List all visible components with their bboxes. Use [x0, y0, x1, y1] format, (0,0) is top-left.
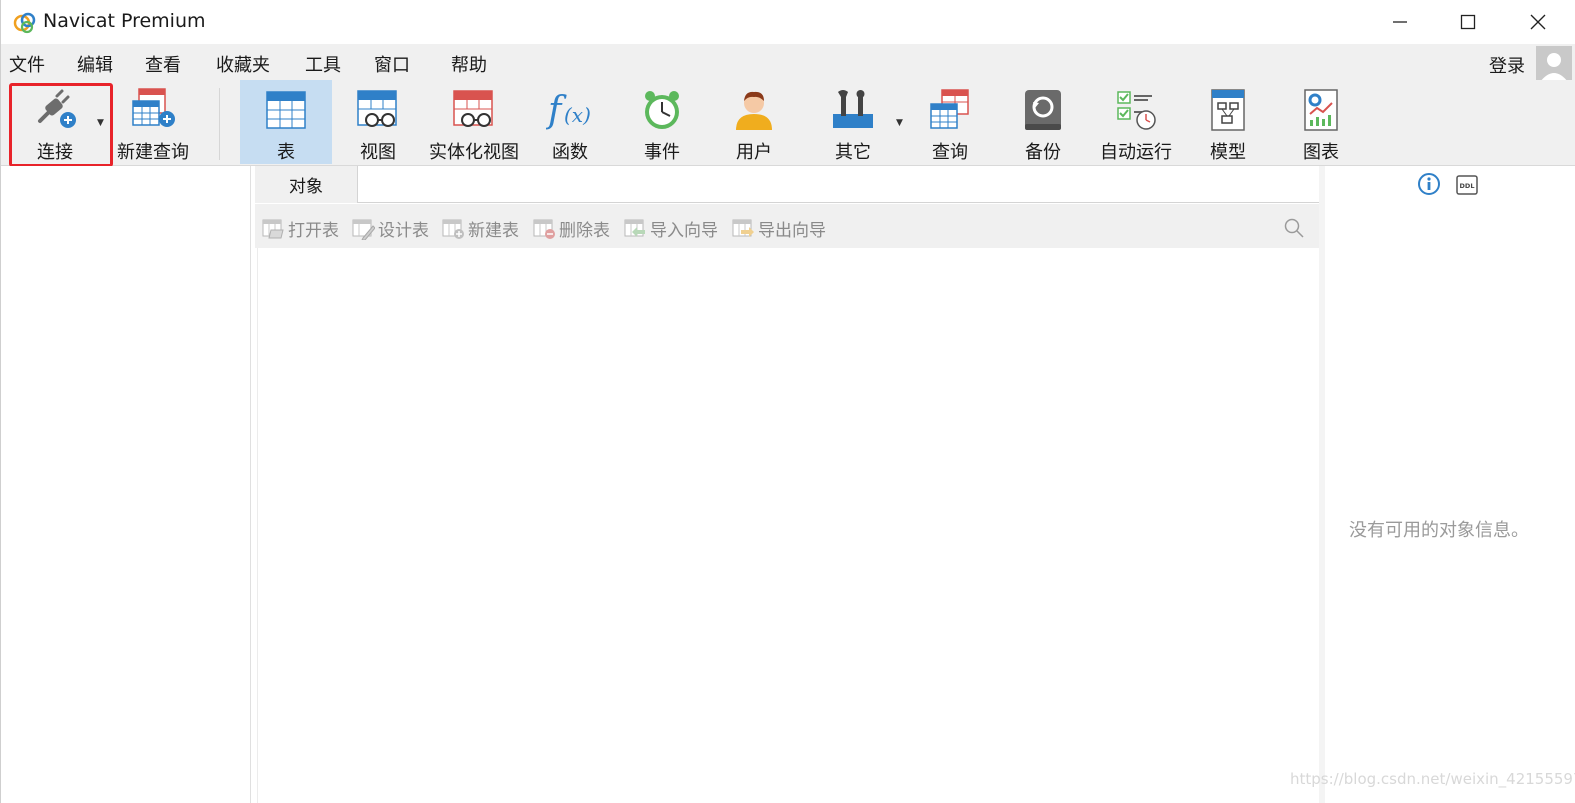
export-wizard-label: 导出向导: [758, 221, 826, 241]
minimize-icon: [1393, 21, 1407, 23]
user-button[interactable]: 用户: [719, 80, 789, 164]
others-label: 其它: [835, 142, 871, 163]
query-icon: [926, 86, 974, 134]
table-label: 表: [277, 142, 295, 163]
close-icon: [1530, 14, 1546, 30]
object-action-bar: 打开表 设计表 新建表 删除表 导入向导 导出向导: [255, 204, 1319, 248]
app-window: Navicat Premium 文件 编辑 查看 收藏夹 工具 窗口 帮助 登录: [0, 0, 1575, 803]
model-button[interactable]: 模型: [1193, 80, 1263, 164]
tools-icon: [829, 86, 877, 134]
import-wizard-icon: [624, 219, 645, 237]
event-label: 事件: [644, 142, 680, 163]
svg-text:(x): (x): [564, 103, 591, 127]
menu-window[interactable]: 窗口: [374, 51, 410, 77]
import-wizard-button[interactable]: 导入向导: [623, 216, 718, 241]
design-table-label: 设计表: [378, 221, 429, 241]
tab-objects[interactable]: 对象: [255, 166, 358, 203]
main-toolbar: 连接 ▼ 新建查询 表 视图 实体化视图 f (x) 函数 事件 用户 其它 ▼…: [1, 80, 1575, 166]
event-button[interactable]: 事件: [627, 80, 697, 164]
function-icon: f (x): [546, 86, 594, 134]
export-wizard-icon: [732, 219, 754, 237]
open-table-icon: [262, 219, 284, 238]
avatar[interactable]: [1536, 46, 1572, 82]
design-table-button[interactable]: 设计表: [351, 216, 429, 241]
others-button[interactable]: 其它: [817, 80, 889, 164]
menu-view[interactable]: 查看: [145, 51, 181, 77]
table-icon: [262, 86, 310, 134]
minimize-button[interactable]: [1365, 0, 1435, 44]
open-table-label: 打开表: [288, 221, 339, 241]
design-table-icon: [352, 219, 375, 240]
navicat-logo-icon: [13, 12, 36, 34]
maximize-button[interactable]: [1433, 0, 1503, 44]
info-icon[interactable]: [1417, 172, 1441, 196]
connection-tree-pane[interactable]: [1, 166, 251, 803]
automation-button[interactable]: 自动运行: [1097, 80, 1175, 164]
toolbar-separator: [219, 88, 220, 160]
user-avatar-icon: [1540, 53, 1568, 82]
delete-table-icon: [533, 219, 555, 239]
new-table-icon: [442, 219, 464, 239]
export-wizard-button[interactable]: 导出向导: [731, 216, 826, 241]
menu-help[interactable]: 帮助: [451, 51, 487, 77]
others-dropdown-caret-icon[interactable]: ▼: [896, 118, 903, 128]
object-info-pane: DDL: [1325, 166, 1575, 803]
new-table-label: 新建表: [468, 221, 519, 241]
user-label: 用户: [736, 142, 772, 163]
automation-label: 自动运行: [1100, 142, 1172, 163]
menu-bar: 文件 编辑 查看 收藏夹 工具 窗口 帮助: [1, 44, 1575, 80]
close-button[interactable]: [1503, 0, 1573, 44]
title-bar: Navicat Premium: [1, 0, 1575, 44]
clock-icon: [638, 86, 686, 134]
table-button[interactable]: 表: [240, 80, 332, 164]
backup-button[interactable]: 备份: [1008, 80, 1078, 164]
search-icon[interactable]: [1283, 217, 1305, 239]
window-title: Navicat Premium: [43, 10, 206, 32]
connect-highlight-box: [9, 83, 113, 167]
new-query-icon: [129, 86, 177, 134]
view-label: 视图: [360, 142, 396, 163]
materialized-view-label: 实体化视图: [429, 142, 519, 163]
chart-icon: [1297, 86, 1345, 134]
materialized-view-button[interactable]: 实体化视图: [425, 80, 523, 164]
automation-icon: [1112, 86, 1160, 134]
new-table-button[interactable]: 新建表: [441, 216, 519, 241]
menu-tools[interactable]: 工具: [305, 51, 341, 77]
menu-favorites[interactable]: 收藏夹: [216, 51, 270, 77]
delete-table-label: 删除表: [559, 221, 610, 241]
user-icon: [730, 86, 778, 134]
view-icon: [354, 86, 402, 134]
chart-button[interactable]: 图表: [1286, 80, 1356, 164]
model-label: 模型: [1210, 142, 1246, 163]
new-query-label: 新建查询: [117, 142, 189, 163]
materialized-view-icon: [450, 86, 498, 134]
backup-icon: [1019, 86, 1067, 134]
model-icon: [1204, 86, 1252, 134]
menu-file[interactable]: 文件: [9, 51, 45, 77]
backup-label: 备份: [1025, 142, 1061, 163]
function-label: 函数: [552, 142, 588, 163]
watermark-text: https://blog.csdn.net/weixin_42155597: [1290, 770, 1575, 788]
menu-edit[interactable]: 编辑: [77, 51, 113, 77]
import-wizard-label: 导入向导: [650, 221, 718, 241]
function-button[interactable]: f (x) 函数: [535, 80, 605, 164]
delete-table-button[interactable]: 删除表: [532, 216, 610, 241]
ddl-icon[interactable]: DDL: [1456, 175, 1478, 195]
query-label: 查询: [932, 142, 968, 163]
svg-text:DDL: DDL: [1460, 182, 1475, 190]
object-tab-bar: 对象: [255, 166, 1319, 203]
open-table-button[interactable]: 打开表: [261, 216, 339, 241]
login-link[interactable]: 登录: [1489, 52, 1525, 78]
chart-label: 图表: [1303, 142, 1339, 163]
query-button[interactable]: 查询: [915, 80, 985, 164]
new-query-button[interactable]: 新建查询: [113, 80, 193, 164]
view-button[interactable]: 视图: [343, 80, 413, 164]
object-list-area[interactable]: [257, 248, 1319, 803]
maximize-icon: [1460, 14, 1476, 30]
info-empty-message: 没有可用的对象信息。: [1349, 520, 1529, 541]
